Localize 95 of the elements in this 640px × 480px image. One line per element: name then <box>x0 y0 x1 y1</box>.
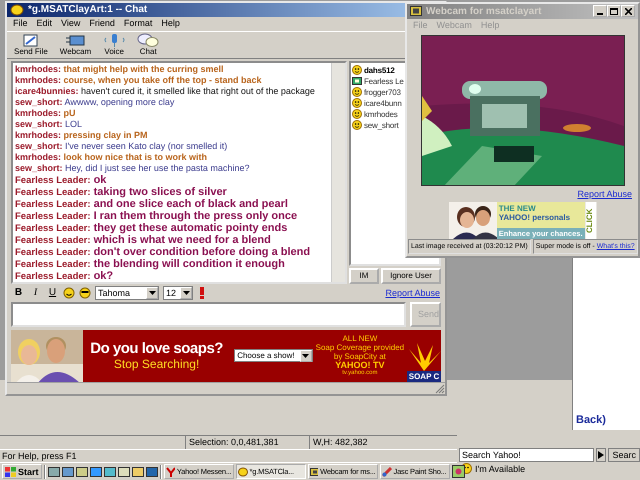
sunglasses-smiley-icon[interactable] <box>79 286 91 299</box>
exclamation-icon[interactable] <box>197 286 207 300</box>
chat-message: sew_short: Hey, did I just see her use the pasta machine? <box>15 162 250 174</box>
font-dropdown[interactable]: Tahoma <box>95 286 159 300</box>
dropdown-arrow-icon <box>182 290 190 295</box>
link[interactable]: Back) <box>573 414 606 430</box>
y-logo-icon <box>166 466 175 476</box>
webcam-icon <box>410 6 422 16</box>
dropdown-arrow-icon <box>148 290 156 295</box>
toolbar-button[interactable]: Chat <box>134 32 162 56</box>
toolbar-button[interactable]: Voice <box>100 32 128 56</box>
chat-message: Fearless Leader: I ran them through the press only once <box>15 210 298 222</box>
ad-text: THE NEW <box>498 203 537 214</box>
search-field[interactable]: Search Yahoo! <box>459 448 594 462</box>
chat-bubble-icon <box>238 466 248 476</box>
message-input[interactable] <box>11 302 406 327</box>
underline-button[interactable]: U <box>46 286 59 300</box>
status-text: For Help, press F1 <box>2 451 77 461</box>
paintbrush-icon <box>382 466 392 476</box>
smiley-icon <box>352 98 362 108</box>
report-abuse-link[interactable]: Report Abuse <box>385 288 440 298</box>
ad-text: ALL NEW <box>342 334 378 344</box>
scrollbar[interactable] <box>331 62 345 282</box>
webcam-icon <box>352 76 362 86</box>
show-dropdown[interactable]: Choose a show! <box>234 349 313 362</box>
user-list-item[interactable]: Fearless Le <box>352 76 404 87</box>
chat-message: sew_short: LOL <box>15 118 84 130</box>
smiley-icon <box>352 109 362 120</box>
report-abuse-link[interactable]: Report Abuse <box>577 189 632 200</box>
ad-brand: YAHOO! TV <box>335 361 384 370</box>
ad-brand: YAHOO! personals <box>498 213 572 222</box>
user-list-item[interactable]: kmrhodes <box>352 108 398 120</box>
maximize-icon <box>610 8 618 15</box>
chat-message: Fearless Leader: they get these automatic pointy ends <box>15 222 288 234</box>
resize-grip-icon[interactable] <box>435 384 445 394</box>
dropdown-arrow-icon <box>302 354 310 358</box>
palette-icon[interactable] <box>452 465 465 478</box>
microphone-icon <box>103 32 126 48</box>
sunburst-icon <box>407 342 441 371</box>
chat-bubble-icon <box>10 4 24 16</box>
start-button[interactable]: Start <box>2 464 42 479</box>
user-list-item[interactable]: icare4bunn <box>352 98 402 109</box>
menu-item[interactable]: Friend <box>89 18 115 30</box>
chat-message: kmrhodes: pressing clay in PM <box>15 130 149 141</box>
windows-logo-icon <box>5 466 16 476</box>
chat-message: Fearless Leader: the blending will condition it enough <box>15 258 286 270</box>
chat-message: Fearless Leader: and one slice each of black and pearl <box>15 198 289 210</box>
ad-text: Soap Coverage provided <box>316 343 404 352</box>
user-list-item[interactable]: sew_short <box>352 120 399 131</box>
webcam-icon <box>310 466 318 476</box>
smiley-icon[interactable] <box>63 286 75 299</box>
menu-item[interactable]: Edit <box>36 18 52 30</box>
smiley-icon <box>352 120 362 130</box>
close-icon <box>624 8 632 15</box>
chat-message: Fearless Leader: taking two slices of silver <box>15 186 228 198</box>
window-title: Webcam for msatclayart <box>426 6 542 17</box>
chat-bubbles-icon <box>137 32 160 48</box>
chat-message: icare4bunnies: haven't cured it, it smelled like that right out of the package <box>15 86 316 97</box>
user-list-item[interactable]: frogger703 <box>352 86 401 98</box>
chat-message: sew_short: Awwww, opening more clay <box>15 96 176 108</box>
chat-message: kmrhodes: pU <box>15 108 77 119</box>
ad-headline: Do you love soaps? <box>90 340 223 358</box>
ad-text: CLICK <box>584 202 596 240</box>
chat-message: Fearless Leader: which is what we need for a blend <box>15 234 272 246</box>
chat-message: Fearless Leader: ok <box>15 174 108 186</box>
size-dropdown[interactable]: 12 <box>163 286 193 300</box>
chat-message: kmrhodes: look how nice that is to work with <box>15 152 208 163</box>
user-action-button[interactable]: Ignore User <box>381 268 441 284</box>
chat-message: sew_short: I've never seen Kato clay (nor smelled it) <box>15 140 228 152</box>
menu-item[interactable]: File <box>13 18 28 30</box>
menu-item[interactable]: Format <box>124 18 152 30</box>
status-text: W,H: 482,382 <box>309 436 433 449</box>
chat-message: kmrhodes: course, when you take off the top - stand back <box>15 74 263 86</box>
smiley-icon <box>352 65 362 76</box>
status-text: Selection: 0,0,481,381 <box>185 436 309 449</box>
document-pen-icon <box>22 32 40 48</box>
smiley-icon <box>352 87 362 98</box>
logo-text: SOAP C <box>406 370 441 382</box>
chat-message: Fearless Leader: don't over condition before doing a blend <box>15 246 312 258</box>
ad-text: by SoapCity at <box>334 352 386 362</box>
chat-message: kmrhodes: that might help with the curring smell <box>15 64 225 75</box>
user-list-item[interactable]: dahs512 <box>352 64 395 76</box>
user-action-button[interactable]: IM <box>349 268 379 284</box>
window-title: *g.MSATClayArt:1 -- Chat <box>28 4 148 16</box>
search-button[interactable]: Searc <box>608 448 640 462</box>
toolbar-button[interactable]: Webcam <box>56 32 94 56</box>
ad-subline: Stop Searching! <box>114 357 200 372</box>
italic-button[interactable]: I <box>29 286 42 300</box>
chat-message: Fearless Leader: ok? <box>15 270 114 282</box>
arrow-button[interactable] <box>596 448 606 462</box>
toolbar-button[interactable]: Send File <box>11 32 51 56</box>
webcam-icon <box>64 32 86 48</box>
bold-button[interactable]: B <box>12 286 25 300</box>
menu-item[interactable]: View <box>61 18 80 30</box>
menu-item[interactable]: Help <box>161 18 180 30</box>
